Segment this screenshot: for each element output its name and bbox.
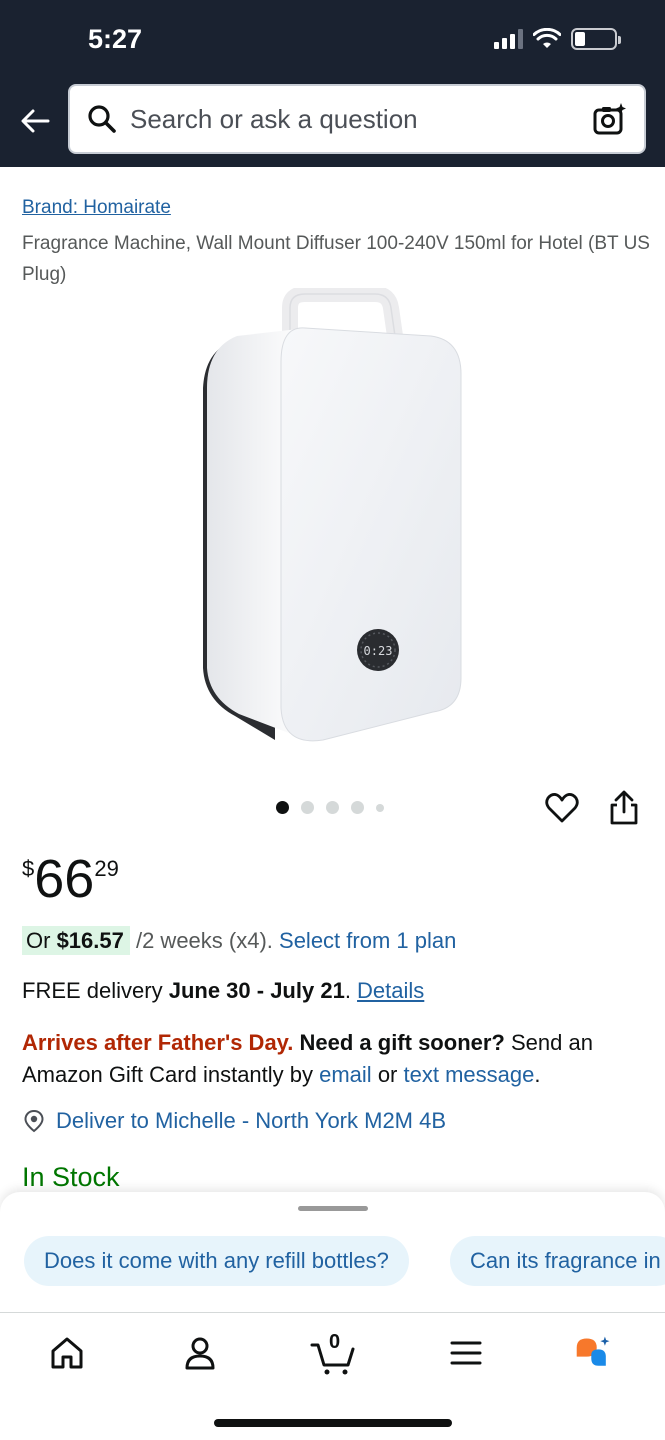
camera-search-icon[interactable] (592, 101, 628, 137)
image-carousel-indicator (276, 801, 384, 814)
email-link[interactable]: email (319, 1062, 372, 1087)
price-currency: $ (22, 856, 35, 881)
gift-end: . (534, 1062, 541, 1087)
carousel-dot[interactable] (326, 801, 339, 814)
plan-prefix: Or (26, 928, 57, 953)
installment-plan: Or $16.57 /2 weeks (x4). Select from 1 p… (22, 926, 456, 955)
cart-button[interactable]: 0 (310, 1331, 356, 1377)
deliver-to-label: Deliver to Michelle - North York M2M 4B (56, 1108, 447, 1133)
header-bar: 5:27 Search or ask a question (0, 0, 665, 167)
delivery-dates: June 30 - July 21 (168, 978, 345, 1003)
battery-icon (571, 28, 621, 50)
display-reading: 0:23 (364, 644, 393, 658)
brand-link[interactable]: Brand: Homairate (22, 197, 171, 219)
plan-highlight: Or $16.57 (22, 926, 130, 955)
carousel-dot[interactable] (276, 801, 289, 814)
product-image[interactable]: 0:23 (195, 288, 475, 748)
location-pin-icon (24, 1109, 44, 1133)
carousel-dot[interactable] (376, 803, 384, 812)
home-icon[interactable] (47, 1333, 87, 1373)
carousel-dot[interactable] (351, 801, 364, 814)
search-placeholder: Search or ask a question (130, 103, 418, 134)
menu-icon[interactable] (446, 1333, 486, 1373)
sheet-handle[interactable] (298, 1206, 368, 1211)
delivery-dot: . (344, 978, 358, 1003)
gift-warning: Arrives after Father's Day. (22, 1030, 294, 1055)
suggestion-chip[interactable]: Can its fragrance in (450, 1236, 665, 1286)
home-indicator (214, 1419, 452, 1427)
carousel-dot[interactable] (301, 801, 314, 814)
gift-question: Need a gift sooner? (293, 1030, 505, 1055)
price-fraction: 29 (94, 856, 119, 881)
plan-period: /2 weeks (x4). (129, 928, 280, 953)
stock-status: In Stock (22, 1162, 120, 1192)
wifi-icon (533, 28, 561, 48)
rufus-assistant-icon[interactable] (574, 1333, 614, 1373)
account-icon[interactable] (180, 1333, 220, 1373)
status-icons (494, 28, 621, 50)
product-title: Fragrance Machine, Wall Mount Diffuser 1… (22, 233, 650, 285)
bottom-tab-bar: 0 (0, 1312, 665, 1440)
search-input[interactable]: Search or ask a question (68, 84, 646, 154)
share-icon[interactable] (606, 788, 642, 828)
search-icon (88, 105, 116, 133)
price: $ 66 29 (22, 848, 119, 910)
status-time: 5:27 (88, 24, 143, 54)
cart-count: 0 (329, 1331, 341, 1353)
suggestion-chip[interactable]: Does it come with any refill bottles? (24, 1236, 409, 1286)
cellular-signal-icon (494, 29, 523, 49)
select-plan-link[interactable]: Select from 1 plan (279, 928, 456, 953)
heart-icon[interactable] (544, 790, 580, 826)
delivery-details-link[interactable]: Details (357, 978, 424, 1003)
delivery-info: FREE delivery June 30 - July 21. Details (22, 978, 424, 1004)
gift-or: or (371, 1062, 404, 1087)
plan-amount: $16.57 (56, 928, 124, 953)
back-arrow-icon[interactable] (18, 104, 52, 138)
delivery-prefix: FREE delivery (22, 978, 169, 1003)
text-message-link[interactable]: text message (404, 1062, 535, 1087)
price-whole: 66 (34, 849, 95, 909)
suggestion-sheet: Does it come with any refill bottles? Ca… (0, 1192, 665, 1312)
deliver-to-link[interactable]: Deliver to Michelle - North York M2M 4B (22, 1108, 446, 1134)
gift-notice: Arrives after Father's Day. Need a gift … (22, 1027, 642, 1091)
